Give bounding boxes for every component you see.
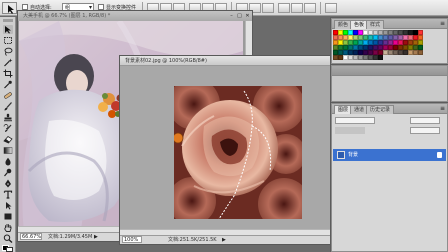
droplet-icon	[5, 157, 11, 166]
swatch-grid[interactable]	[333, 30, 423, 60]
toolbox-grip	[3, 19, 13, 22]
eraser-tool[interactable]	[3, 135, 13, 144]
blend-mode-select[interactable]	[335, 117, 375, 124]
layer-name: 背景	[348, 152, 359, 158]
minimize-icon[interactable]: –	[228, 13, 235, 19]
healing-brush-tool[interactable]	[3, 91, 13, 100]
hand-tool[interactable]	[3, 223, 13, 232]
brush-icon	[4, 102, 12, 111]
document-title[interactable]: 背景素材02.jpg @ 100%(RGB/8#)	[120, 56, 358, 66]
layers-panel-tabs: 图层 通道 历史记录 ≡	[332, 104, 447, 114]
marquee-tool[interactable]	[3, 36, 13, 45]
move-arrow-icon	[5, 26, 11, 34]
move-tool[interactable]	[3, 25, 13, 34]
panel-menu-icon[interactable]: ≡	[440, 105, 445, 112]
tool-preset-picker[interactable]	[2, 2, 17, 14]
rose-photo-canvas[interactable]	[174, 86, 302, 219]
clone-stamp-tool[interactable]	[3, 113, 13, 122]
history-brush-icon	[3, 124, 12, 132]
eyedropper-tool[interactable]	[3, 80, 13, 89]
lasso-tool[interactable]	[3, 47, 13, 56]
status-menu-arrow-icon[interactable]: ▶	[94, 233, 98, 241]
shape-tool[interactable]	[3, 212, 13, 221]
quick-selection-tool[interactable]	[3, 58, 13, 67]
swatches-panel-tabs: 颜色 色板 样式 ≡	[332, 19, 447, 29]
path-selection-tool[interactable]	[3, 201, 13, 210]
zoom-level-field[interactable]: 66.67%	[20, 233, 42, 240]
rectangle-shape-icon	[4, 213, 12, 220]
document-title[interactable]: 大美手机 @ 66.7% (图层 1, RGB/8) *	[18, 11, 252, 21]
pen-icon	[5, 179, 11, 188]
marquee-icon	[4, 37, 12, 44]
adjustments-panel	[331, 65, 448, 102]
status-menu-arrow-icon[interactable]: ▶	[222, 236, 226, 244]
distribute-right-button[interactable]	[304, 3, 316, 13]
status-bar: 100% 文档:251.5K/251.5K ▶	[120, 235, 358, 244]
cursor-marker	[174, 132, 184, 144]
move-tool-icon	[8, 5, 14, 14]
crop-icon	[3, 69, 13, 78]
document-info: 文档:251.5K/251.5K	[168, 237, 217, 243]
zoom-level-field[interactable]: 100%	[122, 236, 142, 243]
blur-tool[interactable]	[3, 157, 13, 166]
background-color-swatch[interactable]	[6, 247, 13, 252]
hand-icon	[4, 224, 12, 232]
opacity-field[interactable]	[410, 117, 440, 124]
crop-tool[interactable]	[3, 69, 13, 78]
zoom-tool[interactable]	[3, 234, 13, 243]
lasso-icon	[4, 47, 13, 56]
layers-panel: 图层 通道 历史记录 ≡ 背景	[331, 103, 448, 252]
color-swatch[interactable]	[378, 55, 383, 60]
color-swatch[interactable]	[418, 50, 423, 55]
auto-align-button[interactable]	[325, 3, 337, 13]
path-selection-icon	[6, 202, 12, 210]
adjustments-panel-tabs	[332, 66, 447, 76]
gradient-icon	[3, 147, 13, 154]
toolbox	[0, 17, 16, 252]
dodge-icon	[4, 168, 12, 177]
brush-tool[interactable]	[3, 102, 13, 111]
type-tool[interactable]	[3, 190, 13, 199]
layer-visibility-eye-icon[interactable]	[337, 151, 345, 159]
gradient-tool[interactable]	[3, 146, 13, 155]
stamp-icon	[4, 113, 12, 122]
history-brush-tool[interactable]	[3, 124, 13, 133]
lock-controls[interactable]	[335, 127, 365, 134]
panel-menu-icon[interactable]: ≡	[440, 20, 445, 27]
magic-wand-icon	[4, 58, 13, 67]
eyedropper-icon	[4, 80, 12, 89]
distribute-hcenter-button[interactable]	[291, 3, 303, 13]
fill-field[interactable]	[410, 127, 440, 134]
distribute-bottom-button[interactable]	[262, 3, 274, 13]
rose-photo	[174, 86, 302, 219]
lock-icon	[437, 152, 442, 158]
distribute-left-button[interactable]	[278, 3, 290, 13]
type-icon	[3, 190, 13, 199]
close-icon[interactable]: ✕	[244, 13, 251, 19]
dodge-tool[interactable]	[3, 168, 13, 177]
tab-history[interactable]: 历史记录	[366, 105, 395, 114]
eraser-icon	[3, 135, 13, 144]
document-window-rose: 背景素材02.jpg @ 100%(RGB/8#) – □ ✕	[119, 55, 359, 245]
swatches-panel: 颜色 色板 样式 ≡	[331, 18, 448, 64]
separator	[320, 2, 321, 14]
magnifier-icon	[3, 234, 13, 243]
tab-styles[interactable]: 样式	[366, 20, 385, 29]
pen-tool[interactable]	[3, 179, 13, 188]
bandage-icon	[4, 92, 12, 99]
document-info: 文档:1.29M/3.45M	[48, 234, 93, 240]
layer-row-background[interactable]: 背景	[333, 149, 446, 161]
maximize-icon[interactable]: □	[236, 13, 243, 19]
